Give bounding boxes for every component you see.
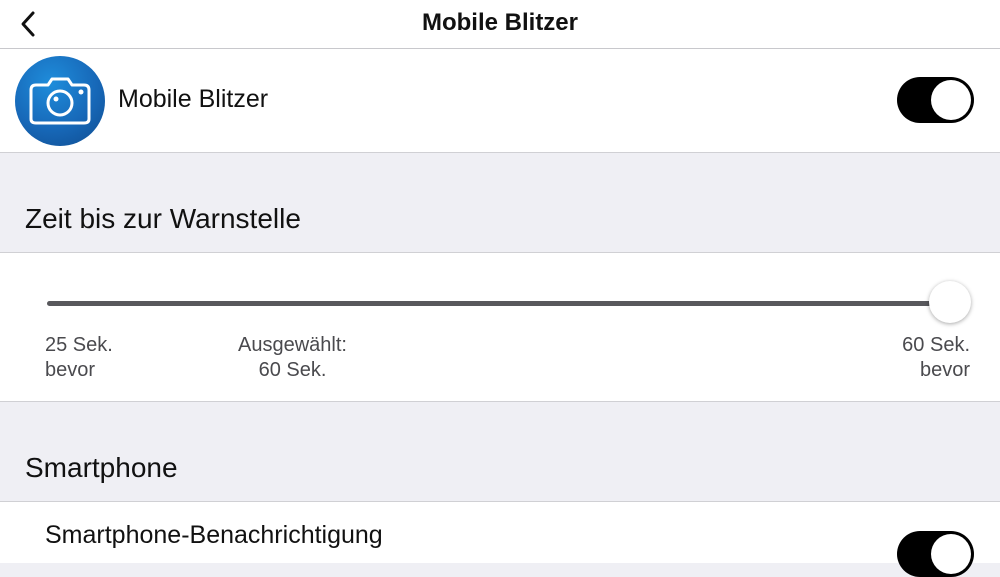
mobile-blitzer-label: Mobile Blitzer [118, 85, 269, 113]
toggle-knob [931, 80, 971, 120]
slider-min-label: 25 Sek. bevor [45, 333, 113, 383]
slider-max-suffix: bevor [919, 359, 970, 381]
warning-time-header: Zeit bis zur Warnstelle [25, 203, 301, 234]
slider-min-value: 25 Sek. [45, 334, 113, 356]
mobile-blitzer-toggle[interactable] [897, 77, 974, 123]
smartphone-notification-label: Smartphone-Benachrichtigung [45, 521, 383, 549]
smartphone-notification-row: Smartphone-Benachrichtigung [0, 501, 1000, 577]
slider-max-value: 60 Sek. [902, 334, 970, 356]
slider-max-label: 60 Sek. bevor [902, 333, 970, 383]
smartphone-header: Smartphone [25, 452, 178, 483]
slider-min-suffix: bevor [45, 359, 96, 381]
warning-time-slider-track[interactable] [47, 301, 950, 306]
slider-selected-value: 60 Sek. [258, 359, 327, 381]
slider-selected-caption: Ausgewählt: [238, 334, 347, 356]
warning-time-slider-thumb[interactable] [929, 281, 971, 323]
smartphone-notification-toggle[interactable] [897, 531, 974, 577]
toggle-knob [931, 534, 971, 574]
slider-selected-label: Ausgewählt: 60 Sek. [230, 333, 355, 383]
camera-icon [15, 56, 105, 146]
mobile-blitzer-row: Mobile Blitzer [0, 49, 1000, 153]
page-title: Mobile Blitzer [421, 9, 578, 36]
navigation-bar: Mobile Blitzer [0, 0, 1000, 49]
warning-time-card: 25 Sek. bevor Ausgewählt: 60 Sek. 60 Sek… [0, 252, 1000, 402]
